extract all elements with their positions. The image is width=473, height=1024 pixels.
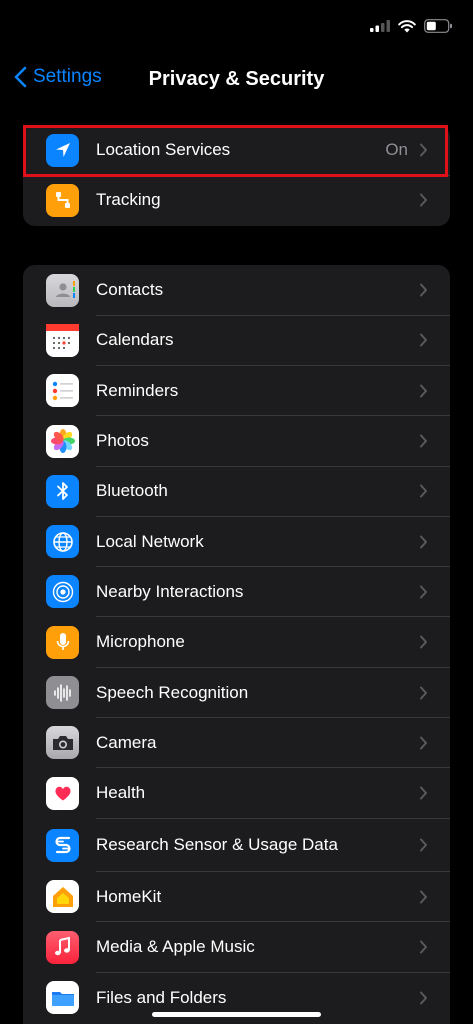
chevron-right-icon <box>420 283 427 297</box>
calendars-row[interactable]: Calendars <box>23 315 450 366</box>
local-network-row[interactable]: Local Network <box>23 516 450 567</box>
reminders-icon <box>46 374 79 408</box>
research-sensor-row[interactable]: Research Sensor & Usage Data <box>23 818 450 872</box>
microphone-label: Microphone <box>96 632 185 652</box>
waveform-icon <box>46 676 79 710</box>
chevron-right-icon <box>420 736 427 750</box>
contacts-row[interactable]: Contacts <box>23 265 450 316</box>
status-icons <box>370 19 453 33</box>
homekit-row[interactable]: HomeKit <box>23 872 450 923</box>
battery-icon <box>424 19 452 33</box>
camera-row[interactable]: Camera <box>23 718 450 768</box>
chevron-right-icon <box>420 333 427 347</box>
media-apple-music-label: Media & Apple Music <box>96 937 255 957</box>
chevron-right-icon <box>420 838 427 852</box>
page-title: Privacy & Security <box>148 68 325 90</box>
status-bar <box>0 0 473 58</box>
photos-row[interactable]: Photos <box>23 416 450 467</box>
tracking-label: Tracking <box>96 190 161 210</box>
chevron-right-icon <box>420 991 427 1004</box>
navigation-bar: Settings Privacy & Security <box>0 58 473 104</box>
chevron-right-icon <box>420 434 427 448</box>
chevron-right-icon <box>420 484 427 498</box>
health-label: Health <box>96 783 146 803</box>
speech-recognition-row[interactable]: Speech Recognition <box>23 667 450 718</box>
camera-label: Camera <box>96 732 157 752</box>
tracking-icon <box>46 183 79 217</box>
heart-icon <box>46 776 79 810</box>
nearby-interactions-label: Nearby Interactions <box>96 581 244 601</box>
reminders-row[interactable]: Reminders <box>23 366 450 416</box>
globe-icon <box>46 525 79 559</box>
research-icon <box>46 828 79 862</box>
chevron-right-icon <box>420 786 427 800</box>
cellular-signal-icon <box>370 20 390 32</box>
health-row[interactable]: Health <box>23 768 450 819</box>
home-indicator[interactable] <box>152 1012 321 1017</box>
settings-group-permissions: Contacts Calendars Reminders Photos Blue… <box>23 265 450 1024</box>
nearby-icon <box>46 575 79 609</box>
nearby-interactions-row[interactable]: Nearby Interactions <box>23 567 450 618</box>
home-icon <box>46 880 79 914</box>
camera-icon <box>46 726 79 760</box>
chevron-right-icon <box>420 585 427 599</box>
music-note-icon <box>46 930 79 964</box>
reminders-label: Reminders <box>96 380 179 400</box>
location-services-value: On <box>385 140 408 160</box>
chevron-right-icon <box>420 143 427 157</box>
wifi-icon <box>398 19 416 32</box>
contacts-icon <box>46 273 79 307</box>
chevron-right-icon <box>420 890 427 904</box>
photos-icon <box>46 424 79 458</box>
microphone-icon <box>46 625 79 659</box>
location-services-label: Location Services <box>96 140 231 160</box>
homekit-label: HomeKit <box>96 886 162 906</box>
contacts-label: Contacts <box>96 280 164 300</box>
bluetooth-icon <box>46 474 79 508</box>
tracking-row[interactable]: Tracking <box>23 175 450 225</box>
calendars-label: Calendars <box>96 330 174 350</box>
bluetooth-label: Bluetooth <box>96 481 168 501</box>
chevron-right-icon <box>420 940 427 954</box>
chevron-right-icon <box>420 635 427 649</box>
bluetooth-row[interactable]: Bluetooth <box>23 466 450 517</box>
chevron-right-icon <box>420 193 427 207</box>
chevron-right-icon <box>420 686 427 700</box>
folder-icon <box>46 981 79 1014</box>
photos-label: Photos <box>96 431 149 451</box>
calendar-icon <box>46 323 79 357</box>
speech-recognition-label: Speech Recognition <box>96 682 249 702</box>
files-folders-label: Files and Folders <box>96 987 227 1007</box>
microphone-row[interactable]: Microphone <box>23 617 450 668</box>
chevron-right-icon <box>420 535 427 549</box>
media-apple-music-row[interactable]: Media & Apple Music <box>23 922 450 973</box>
settings-group-location: Location Services On Tracking <box>23 125 450 226</box>
local-network-label: Local Network <box>96 531 204 551</box>
location-services-row[interactable]: Location Services On <box>23 125 450 176</box>
research-sensor-label: Research Sensor & Usage Data <box>96 835 338 855</box>
location-arrow-icon <box>46 133 79 167</box>
chevron-right-icon <box>420 384 427 398</box>
